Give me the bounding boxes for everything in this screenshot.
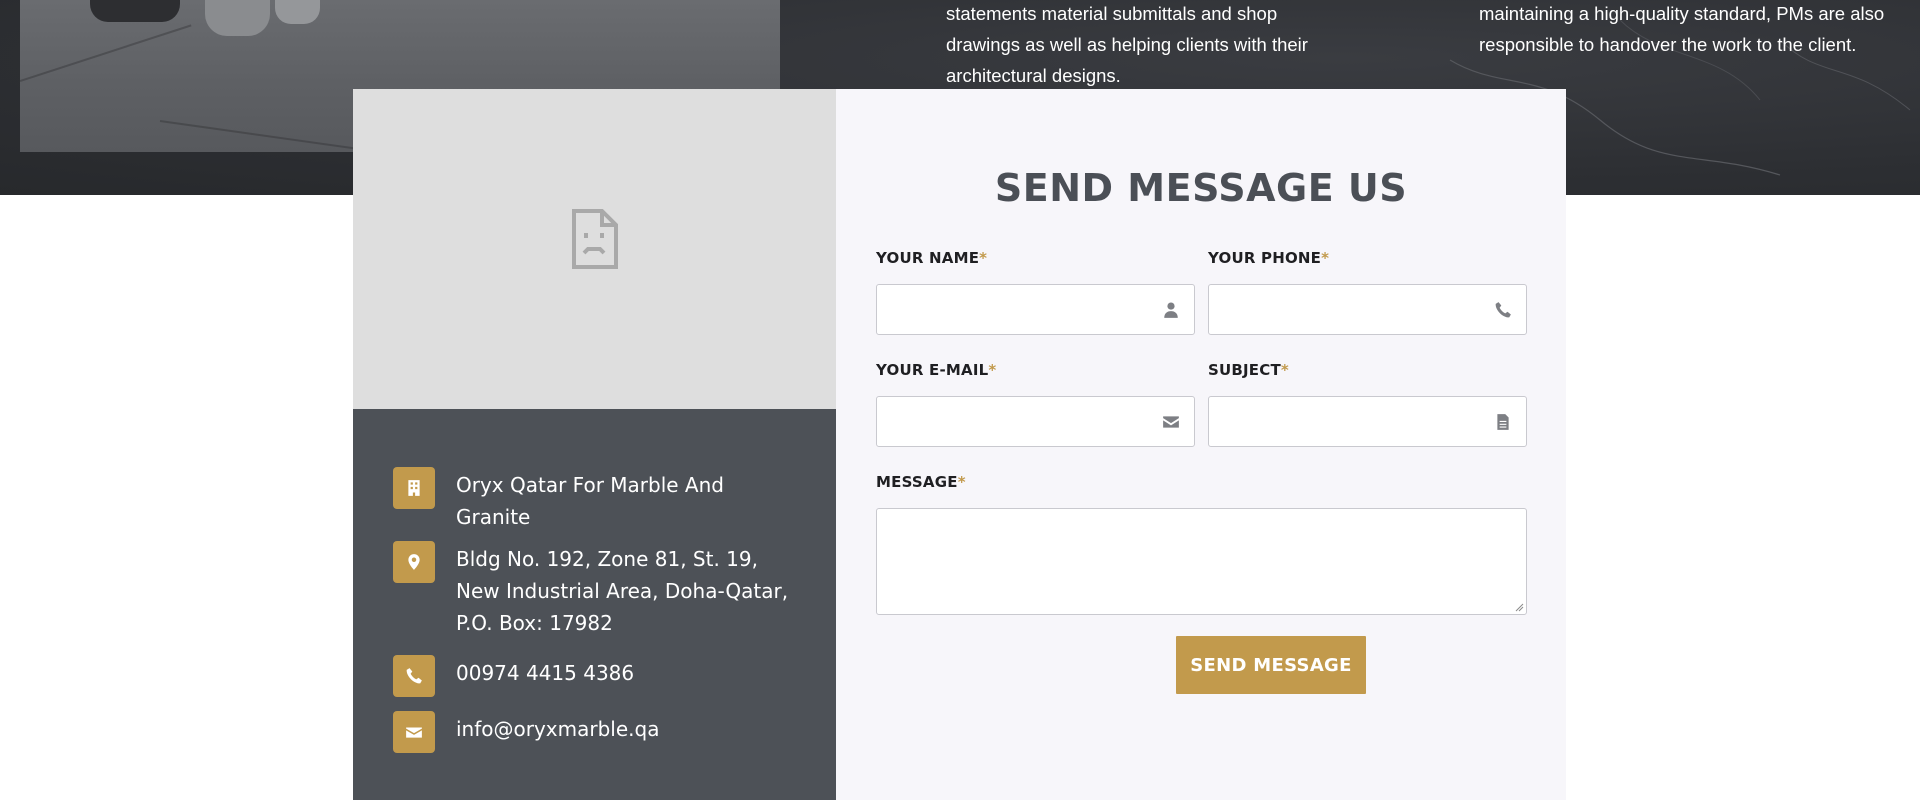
company-name: Oryx Qatar For Marble And Granite bbox=[456, 473, 724, 529]
email-input[interactable] bbox=[877, 397, 1194, 446]
envelope-icon[interactable] bbox=[393, 711, 435, 753]
subject-input-box bbox=[1208, 396, 1527, 447]
user-icon bbox=[1162, 301, 1180, 319]
file-text-icon bbox=[1494, 413, 1512, 431]
envelope-icon bbox=[1162, 413, 1180, 431]
contact-card: Oryx Qatar For Marble And Granite Bldg N… bbox=[353, 89, 1566, 800]
address-row: Bldg No. 192, Zone 81, St. 19, New Indus… bbox=[393, 541, 836, 639]
photo-detail bbox=[275, 0, 320, 24]
name-input[interactable] bbox=[877, 285, 1194, 334]
phone-input-box bbox=[1208, 284, 1527, 335]
subject-field: SUBJECT* bbox=[1208, 361, 1527, 447]
map-embed bbox=[353, 89, 836, 409]
phone-row: 00974 4415 4386 bbox=[393, 655, 836, 697]
send-message-button[interactable]: SEND MESSAGE bbox=[1176, 636, 1366, 694]
service-text-b: maintaining a high-quality standard, PMs… bbox=[1479, 0, 1899, 60]
map-marker-icon bbox=[393, 541, 435, 583]
broken-document-icon bbox=[571, 209, 618, 269]
phone-link[interactable]: 00974 4415 4386 bbox=[456, 657, 796, 689]
name-field: YOUR NAME* bbox=[876, 249, 1195, 335]
phone-field: YOUR PHONE* bbox=[1208, 249, 1527, 335]
name-label: YOUR NAME* bbox=[876, 249, 988, 267]
company-row: Oryx Qatar For Marble And Granite bbox=[393, 467, 836, 533]
message-label: MESSAGE* bbox=[876, 473, 966, 491]
photo-detail bbox=[90, 0, 180, 22]
email-input-box bbox=[876, 396, 1195, 447]
service-text-a-body: statements material submittals and shop … bbox=[946, 3, 1308, 86]
photo-detail bbox=[205, 0, 270, 36]
contact-info-panel: Oryx Qatar For Marble And Granite Bldg N… bbox=[353, 89, 836, 800]
email-field: YOUR E-MAIL* bbox=[876, 361, 1195, 447]
message-field: MESSAGE* bbox=[876, 473, 1527, 615]
email-link[interactable]: info@oryxmarble.qa bbox=[456, 713, 796, 745]
resize-handle-icon[interactable] bbox=[1514, 602, 1524, 612]
building-icon bbox=[393, 467, 435, 509]
form-title: SEND MESSAGE US bbox=[994, 166, 1408, 210]
message-input[interactable] bbox=[877, 509, 1526, 614]
subject-label: SUBJECT* bbox=[1208, 361, 1289, 379]
service-text-b-body: maintaining a high-quality standard, PMs… bbox=[1479, 3, 1885, 55]
subject-input[interactable] bbox=[1209, 397, 1526, 446]
contact-details: Oryx Qatar For Marble And Granite Bldg N… bbox=[353, 409, 836, 800]
phone-icon bbox=[1494, 301, 1512, 319]
phone-input[interactable] bbox=[1209, 285, 1526, 334]
email-row: info@oryxmarble.qa bbox=[393, 711, 836, 753]
photo-detail bbox=[20, 24, 192, 82]
phone-icon[interactable] bbox=[393, 655, 435, 697]
contact-form: SEND MESSAGE US YOUR NAME* YOUR PHONE* Y… bbox=[836, 89, 1566, 800]
phone-label: YOUR PHONE* bbox=[1208, 249, 1330, 267]
name-input-box bbox=[876, 284, 1195, 335]
address-text: Bldg No. 192, Zone 81, St. 19, New Indus… bbox=[456, 547, 789, 635]
message-box bbox=[876, 508, 1527, 615]
email-label: YOUR E-MAIL* bbox=[876, 361, 997, 379]
service-text-a: statements material submittals and shop … bbox=[946, 0, 1346, 91]
